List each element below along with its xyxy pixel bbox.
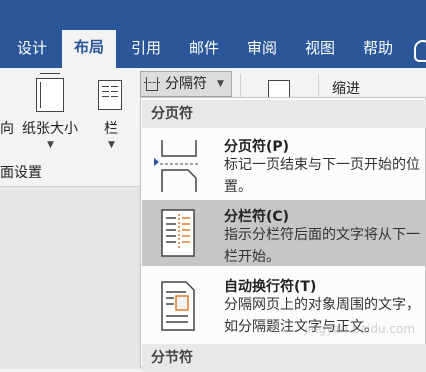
tab-review[interactable]: 审阅: [238, 34, 286, 68]
menu-item-page-break[interactable]: 分页符(P) 标记一页结束与下一页开始的位置。: [142, 130, 426, 196]
paper-size-label[interactable]: 纸张大小: [22, 118, 78, 138]
page-break-icon: [160, 140, 198, 192]
tab-mailings[interactable]: 邮件: [180, 34, 228, 68]
column-break-icon: [161, 209, 195, 257]
menu-item-column-break[interactable]: 分栏符(C) 指示分栏符后面的文字将从下一栏开始。: [142, 200, 426, 266]
chevron-down-icon: ▼: [47, 140, 54, 150]
page-break-desc: 标记一页结束与下一页开始的位置。: [224, 157, 420, 195]
watermark: jingyan.baidu.com: [304, 322, 415, 336]
column-break-desc: 指示分栏符后面的文字将从下一栏开始。: [224, 227, 420, 265]
line-numbers-icon[interactable]: [268, 80, 290, 98]
breaks-label: 分隔符: [165, 76, 207, 92]
text-wrapping-title: 自动换行符(T): [224, 279, 317, 295]
divider: [240, 74, 241, 98]
lightbulb-icon[interactable]: [414, 40, 426, 62]
tab-view[interactable]: 视图: [296, 34, 344, 68]
columns-icon[interactable]: [98, 80, 122, 110]
ribbon-tab-bar: 设计 布局 引用 邮件 审阅 视图 帮助: [0, 0, 426, 68]
divider: [318, 74, 319, 98]
paper-size-icon[interactable]: [36, 73, 64, 112]
chevron-down-icon: ▼: [108, 140, 115, 150]
columns-label[interactable]: 栏: [104, 118, 118, 138]
tab-help[interactable]: 帮助: [354, 34, 402, 68]
tab-design[interactable]: 设计: [8, 34, 56, 68]
tab-layout[interactable]: 布局: [62, 30, 116, 68]
page-break-title: 分页符(P): [224, 139, 290, 155]
column-break-title: 分栏符(C): [224, 209, 290, 225]
tab-references[interactable]: 引用: [122, 34, 170, 68]
chevron-down-icon: ▼: [217, 79, 224, 89]
page-setup-group-label: 面设置: [0, 165, 42, 181]
breaks-button[interactable]: 分隔符 ▼: [140, 71, 232, 97]
text-wrapping-icon: [161, 281, 195, 331]
indent-label: 缩进: [332, 81, 360, 97]
page-breaks-header: 分页符: [142, 100, 426, 128]
orientation-label[interactable]: 向: [0, 118, 14, 138]
document-area: [0, 186, 140, 369]
breaks-icon: [144, 77, 160, 91]
